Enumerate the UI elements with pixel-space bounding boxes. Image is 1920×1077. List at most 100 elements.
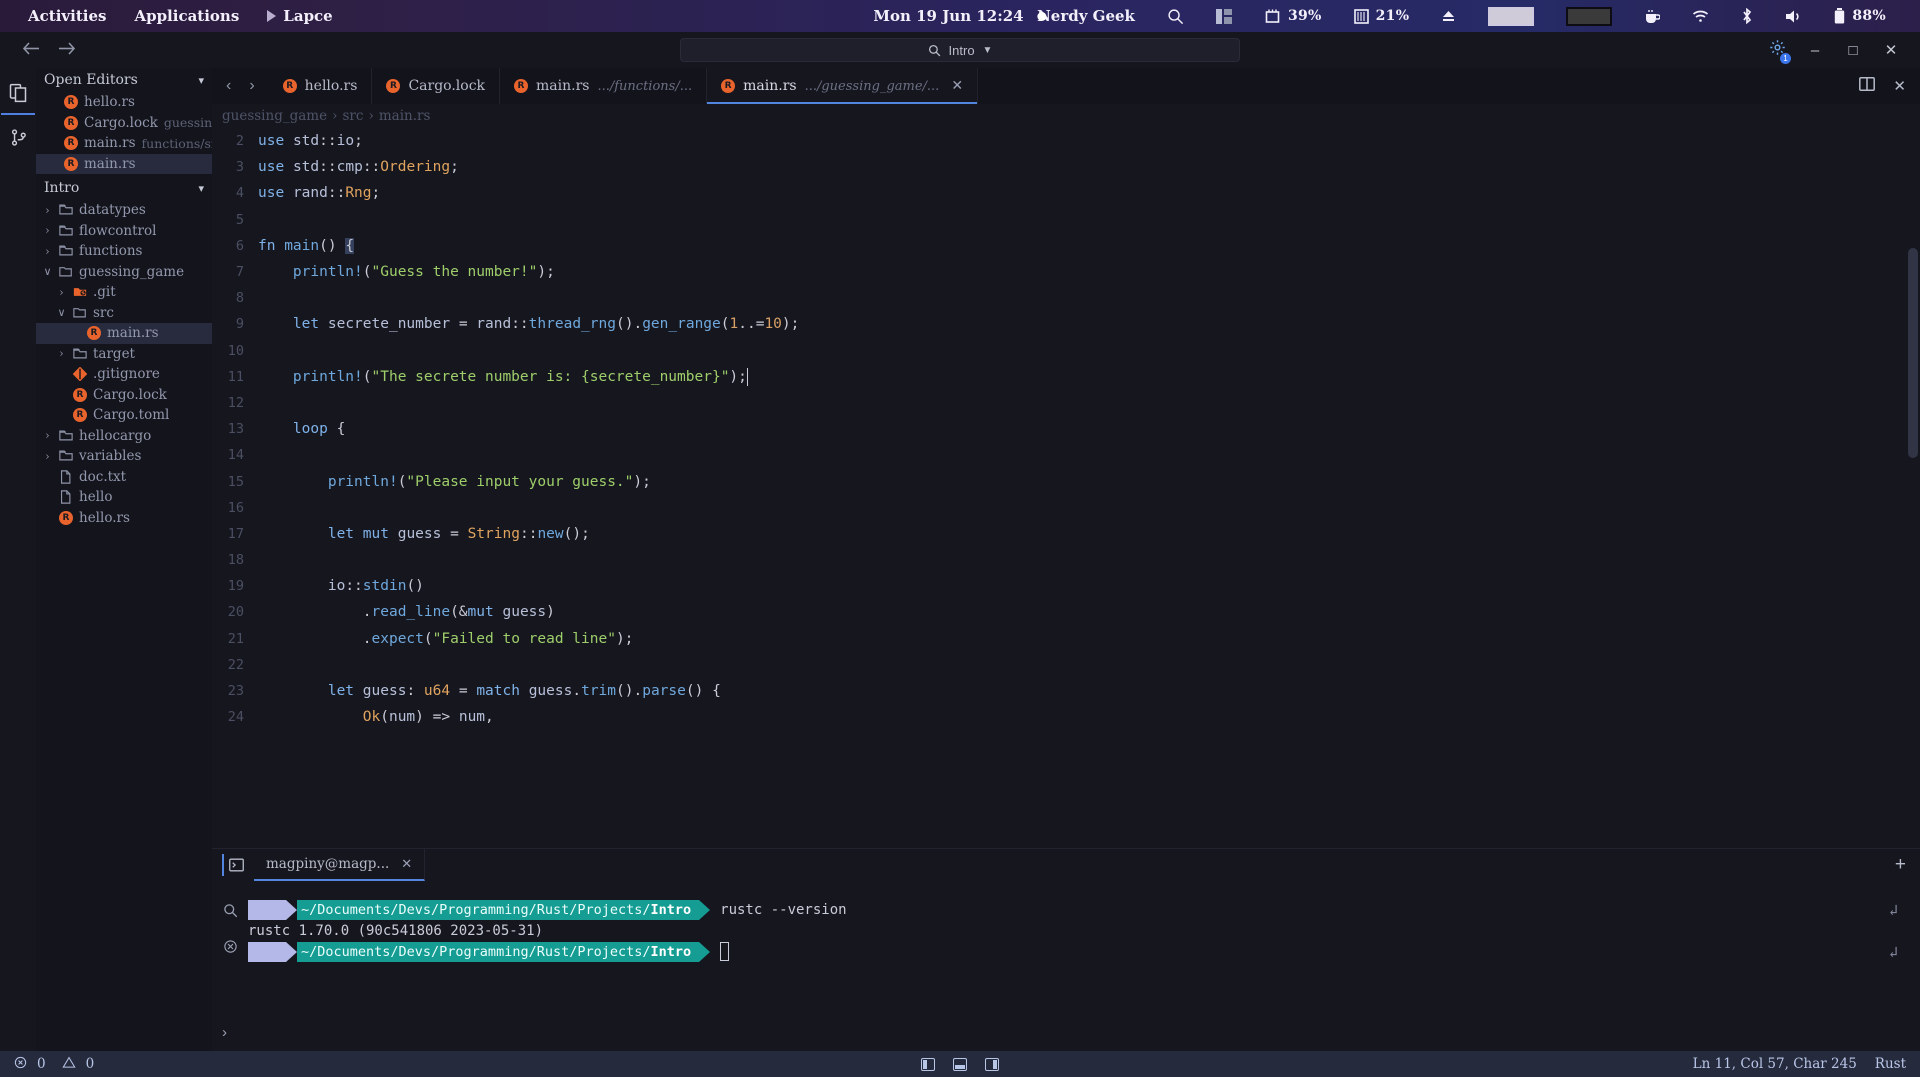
chevron-right-icon[interactable]: › bbox=[42, 204, 53, 217]
file-tree-item[interactable]: ›.gitignore bbox=[36, 364, 212, 385]
terminal-tab[interactable]: magpiny@magp... ✕ bbox=[254, 849, 426, 881]
wifi-icon[interactable] bbox=[1678, 9, 1723, 23]
chevron-right-icon[interactable]: › bbox=[56, 347, 67, 360]
open-editor-item[interactable]: main.rs functions/src bbox=[36, 133, 212, 154]
workspace-search-bar[interactable]: Intro ▼ bbox=[680, 38, 1240, 62]
layout-icon[interactable] bbox=[1202, 8, 1246, 24]
code-line[interactable]: 19 io::stdin() bbox=[212, 573, 1920, 599]
open-editors-header[interactable]: Open Editors ▾ bbox=[36, 68, 212, 92]
close-icon[interactable]: ✕ bbox=[401, 857, 412, 872]
close-icon[interactable]: ✕ bbox=[1893, 77, 1906, 95]
cursor-position[interactable]: Ln 11, Col 57, Char 245 bbox=[1693, 1056, 1857, 1072]
workspace-indicator-2[interactable] bbox=[1552, 6, 1626, 26]
close-window-button[interactable]: ✕ bbox=[1882, 41, 1900, 59]
file-tree-item[interactable]: ∨ src bbox=[36, 303, 212, 324]
arrow-right-icon[interactable] bbox=[57, 40, 76, 61]
panel-bottom-icon[interactable] bbox=[953, 1057, 967, 1071]
ram-indicator[interactable]: 21% bbox=[1340, 8, 1424, 24]
code-line[interactable]: 3 use std::cmp::Ordering; bbox=[212, 154, 1920, 180]
eject-icon[interactable] bbox=[1427, 9, 1470, 23]
code-line[interactable]: 13 loop { bbox=[212, 416, 1920, 442]
source-control-icon[interactable] bbox=[7, 126, 29, 148]
file-tree-item[interactable]: ›doc.txt bbox=[36, 467, 212, 488]
split-editor-icon[interactable] bbox=[1859, 77, 1876, 95]
code-line[interactable]: 17 let mut guess = String::new(); bbox=[212, 521, 1920, 547]
code-line[interactable]: 20 .read_line(&mut guess) bbox=[212, 599, 1920, 625]
file-tree-item[interactable]: ›hello.rs bbox=[36, 508, 212, 529]
file-tree-item[interactable]: › datatypes bbox=[36, 200, 212, 221]
search-icon[interactable] bbox=[223, 903, 238, 923]
file-tree-item[interactable]: › flowcontrol bbox=[36, 221, 212, 242]
chevron-right-icon[interactable]: › bbox=[222, 1024, 227, 1041]
editor-tab[interactable]: main.rs .../functions/... bbox=[500, 68, 708, 104]
file-tree-item[interactable]: › hellocargo bbox=[36, 426, 212, 447]
editor-tab[interactable]: main.rs .../guessing_game/... ✕ bbox=[707, 68, 979, 104]
code-line[interactable]: 5 bbox=[212, 207, 1920, 233]
file-tree-item[interactable]: ›hello bbox=[36, 487, 212, 508]
code-line[interactable]: 6 fn main() { bbox=[212, 233, 1920, 259]
breadcrumb-segment[interactable]: main.rs bbox=[379, 108, 431, 124]
panel-right-icon[interactable] bbox=[985, 1057, 999, 1071]
file-tree-item[interactable]: › .git bbox=[36, 282, 212, 303]
plus-icon[interactable]: + bbox=[1895, 854, 1920, 876]
active-app-name[interactable]: Lapce bbox=[253, 7, 346, 25]
activities-button[interactable]: Activities bbox=[14, 7, 120, 25]
close-icon[interactable]: ✕ bbox=[951, 78, 963, 94]
code-line[interactable]: 21 .expect("Failed to read line"); bbox=[212, 626, 1920, 652]
file-tree-item[interactable]: ∨ guessing_game bbox=[36, 262, 212, 283]
panel-left-icon[interactable] bbox=[921, 1057, 935, 1071]
code-line[interactable]: 10 bbox=[212, 338, 1920, 364]
breadcrumb-segment[interactable]: src bbox=[342, 108, 363, 124]
workspace-header[interactable]: Intro ▾ bbox=[36, 176, 212, 200]
bluetooth-icon[interactable] bbox=[1727, 8, 1767, 24]
open-editor-item[interactable]: main.rs bbox=[36, 153, 212, 174]
minimize-button[interactable]: – bbox=[1806, 42, 1824, 59]
code-line[interactable]: 12 bbox=[212, 390, 1920, 416]
language-mode[interactable]: Rust bbox=[1875, 1056, 1906, 1072]
arrow-left-icon[interactable] bbox=[22, 40, 41, 61]
code-line[interactable]: 4 use rand::Rng; bbox=[212, 180, 1920, 206]
editor-scrollbar[interactable] bbox=[1908, 248, 1918, 458]
file-tree-item[interactable]: › functions bbox=[36, 241, 212, 262]
terminal-body[interactable]: ~/Documents/Devs/Programming/Rust/Projec… bbox=[212, 881, 1920, 1049]
scroll-to-icon[interactable]: ↲ bbox=[1889, 901, 1898, 919]
file-tree-item[interactable]: ›Cargo.toml bbox=[36, 405, 212, 426]
chevron-down-icon[interactable]: ▾ bbox=[198, 182, 204, 195]
file-tree-item[interactable]: ›main.rs bbox=[36, 323, 212, 344]
code-line[interactable]: 14 bbox=[212, 442, 1920, 468]
chevron-right-icon[interactable]: › bbox=[42, 245, 53, 258]
cpu-indicator[interactable]: 39% bbox=[1250, 8, 1336, 24]
code-line[interactable]: 16 bbox=[212, 495, 1920, 521]
terminal-icon[interactable] bbox=[222, 854, 244, 876]
code-line[interactable]: 11 println!("The secrete number is: {sec… bbox=[212, 364, 1920, 390]
code-line[interactable]: 9 let secrete_number = rand::thread_rng(… bbox=[212, 311, 1920, 337]
battery-indicator[interactable]: 88% bbox=[1820, 8, 1900, 24]
volume-icon[interactable] bbox=[1771, 9, 1816, 24]
code-line[interactable]: 8 bbox=[212, 285, 1920, 311]
breadcrumb-segment[interactable]: guessing_game bbox=[222, 108, 327, 124]
chevron-right-icon[interactable]: › bbox=[42, 224, 53, 237]
chevron-down-icon[interactable]: ∨ bbox=[42, 265, 53, 278]
warning-icon[interactable] bbox=[61, 1056, 76, 1073]
code-line[interactable]: 2 use std::io; bbox=[212, 128, 1920, 154]
code-line[interactable]: 24 Ok(num) => num, bbox=[212, 704, 1920, 730]
file-tree-item[interactable]: › variables bbox=[36, 446, 212, 467]
open-editor-item[interactable]: hello.rs bbox=[36, 92, 212, 113]
applications-button[interactable]: Applications bbox=[120, 7, 253, 25]
file-tree-item[interactable]: ›Cargo.lock bbox=[36, 385, 212, 406]
terminal-output[interactable]: ~/Documents/Devs/Programming/Rust/Projec… bbox=[248, 881, 1920, 1049]
code-line[interactable]: 18 bbox=[212, 547, 1920, 573]
chevron-right-icon[interactable]: › bbox=[42, 429, 53, 442]
chevron-right-icon[interactable]: › bbox=[42, 450, 53, 463]
chevron-down-icon[interactable]: ▾ bbox=[198, 74, 204, 87]
clear-icon[interactable] bbox=[223, 939, 238, 959]
settings-gear-button[interactable]: 1 bbox=[1769, 39, 1791, 64]
code-line[interactable]: 22 bbox=[212, 652, 1920, 678]
error-icon[interactable] bbox=[14, 1056, 27, 1073]
clock[interactable]: Mon 19 Jun 12:24 bbox=[873, 7, 1023, 25]
code-line[interactable]: 23 let guess: u64 = match guess.trim().p… bbox=[212, 678, 1920, 704]
editor-tab[interactable]: hello.rs bbox=[269, 68, 373, 104]
coffee-icon[interactable] bbox=[1630, 9, 1674, 24]
tab-next-icon[interactable]: › bbox=[249, 77, 254, 95]
code-editor[interactable]: 2 use std::io; 3 use std::cmp::Ordering; 4 us… bbox=[212, 128, 1920, 848]
